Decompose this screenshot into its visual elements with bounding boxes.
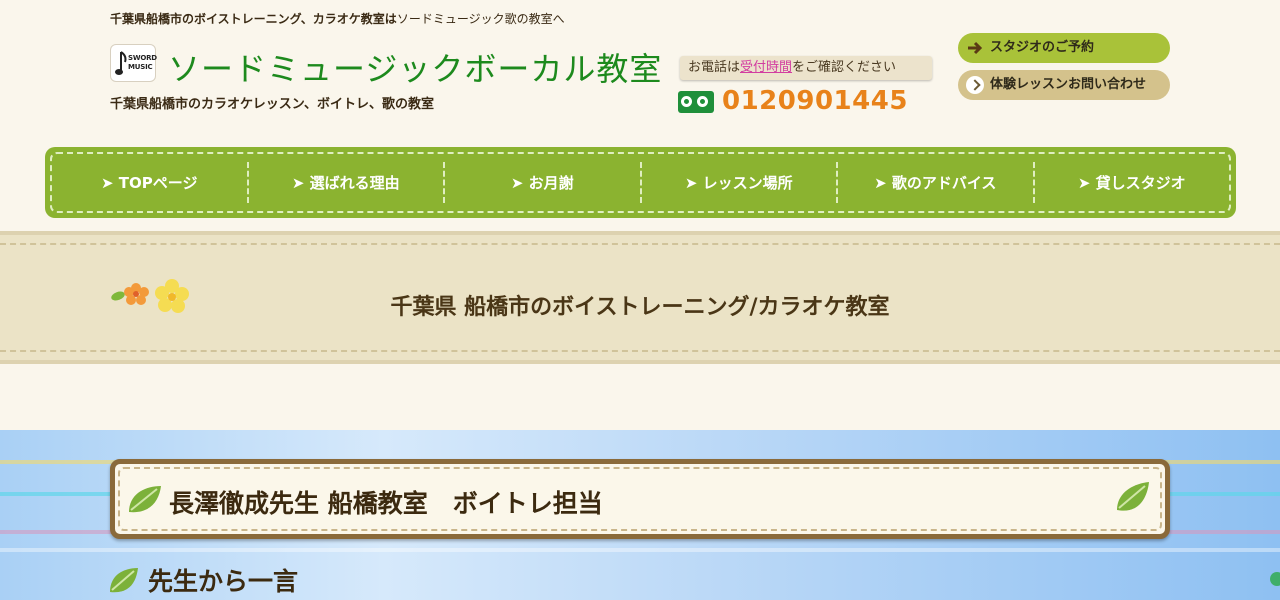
nav-item-top[interactable]: ➤ TOPページ — [52, 162, 249, 203]
chevron-right-icon — [966, 76, 984, 94]
trial-lesson-label: 体験レッスンお問い合わせ — [990, 77, 1147, 92]
site-tagline: 千葉県船橋市のボイストレーニング、カラオケ教室はソードミュージック歌の教室へ — [110, 10, 565, 27]
reception-hours-link[interactable]: 受付時間 — [740, 60, 792, 75]
page-top-button[interactable] — [1270, 572, 1280, 586]
tagline-bold: 千葉県船橋市のボイストレーニング、カラオケ教室は — [110, 12, 397, 26]
hero-stripe — [0, 548, 1280, 552]
phone-number[interactable]: 0120901445 — [722, 86, 908, 116]
global-nav-inner: ➤ TOPページ ➤ 選ばれる理由 ➤ お月謝 ➤ レッスン場所 ➤ 歌のアドバ… — [50, 152, 1231, 213]
nav-item-rental-studio[interactable]: ➤ 貸しスタジオ — [1035, 162, 1230, 203]
global-nav: ➤ TOPページ ➤ 選ばれる理由 ➤ お月謝 ➤ レッスン場所 ➤ 歌のアドバ… — [45, 147, 1236, 218]
leaf-icon — [110, 568, 138, 593]
flower-decoration-icon — [111, 279, 189, 313]
teacher-title: 長澤徹成先生 船橋教室 ボイトレ担当 — [169, 489, 603, 518]
studio-reservation-label: スタジオのご予約 — [990, 40, 1095, 55]
freedial-icon — [678, 91, 714, 113]
nav-item-lesson-place[interactable]: ➤ レッスン場所 — [642, 162, 838, 203]
site-logo[interactable]: SWORD MUSIC — [110, 44, 157, 82]
teacher-title-box: 長澤徹成先生 船橋教室 ボイトレ担当 — [110, 459, 1170, 539]
trial-lesson-inquiry-button[interactable]: 体験レッスンお問い合わせ — [958, 70, 1170, 100]
logo-text-line-1: SWORD — [128, 54, 157, 62]
page-title-band: 千葉県 船橋市のボイストレーニング/カラオケ教室 — [0, 231, 1280, 364]
tel-note-suffix: をご確認ください — [792, 60, 897, 75]
leaf-icon — [1117, 482, 1149, 511]
site-subtitle: 千葉県船橋市のカラオケレッスン、ボイトレ、歌の教室 — [110, 97, 434, 112]
logo-text-line-2: MUSIC — [128, 63, 153, 71]
nav-item-singing-advice[interactable]: ➤ 歌のアドバイス — [838, 162, 1035, 203]
studio-reservation-button[interactable]: スタジオのご予約 — [958, 33, 1170, 63]
arrow-right-icon — [968, 41, 983, 55]
site-title[interactable]: ソードミュージックボーカル教室 — [168, 44, 662, 90]
nav-item-fees[interactable]: ➤ お月謝 — [445, 162, 642, 203]
nav-item-reasons[interactable]: ➤ 選ばれる理由 — [249, 162, 445, 203]
tel-note-prefix: お電話は — [688, 60, 741, 75]
tel-hours-note: お電話は受付時間をご確認ください — [680, 56, 932, 80]
logo-text: SWORD MUSIC — [128, 54, 157, 72]
section-title: 先生から一言 — [148, 567, 299, 596]
page-title: 千葉県 船橋市のボイストレーニング/カラオケ教室 — [390, 295, 890, 320]
leaf-icon — [129, 486, 161, 513]
tagline-normal: ソードミュージック歌の教室へ — [396, 12, 565, 26]
